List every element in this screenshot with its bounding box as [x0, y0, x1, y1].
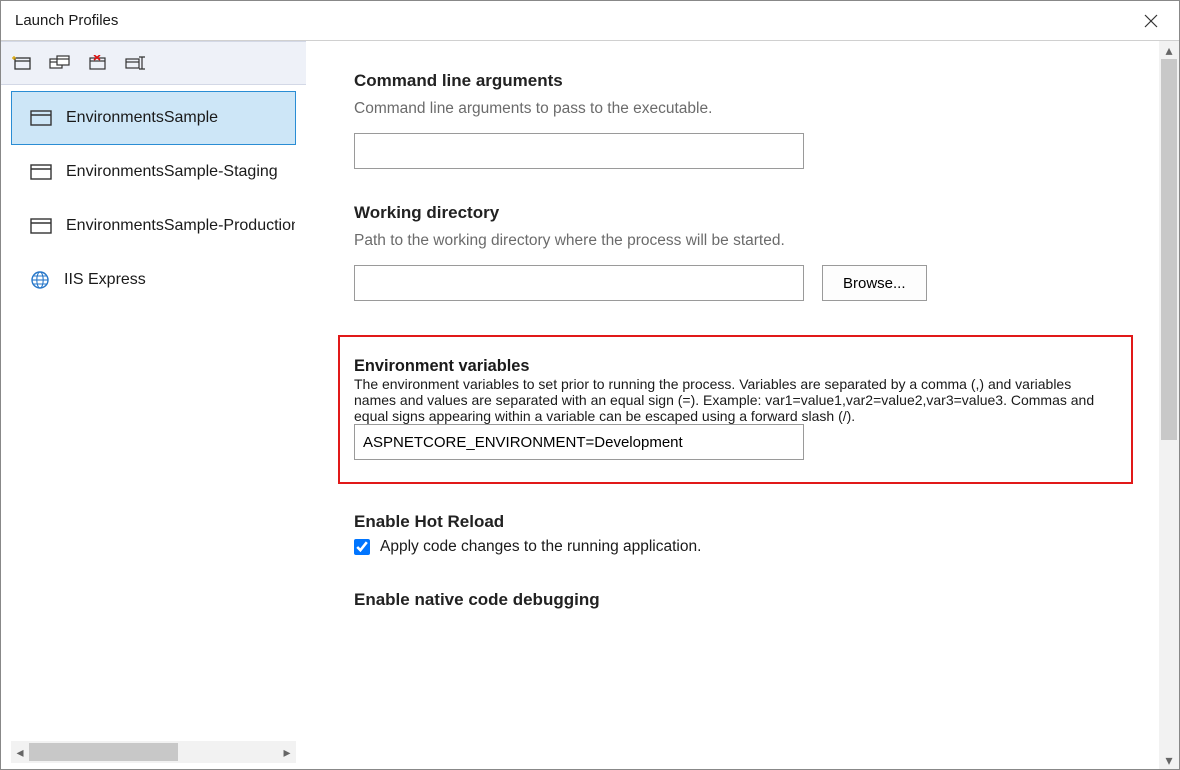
hot-reload-checkbox[interactable]	[354, 539, 370, 555]
main-content: Command line arguments Command line argu…	[306, 41, 1159, 769]
cli-args-input[interactable]	[354, 133, 804, 169]
scroll-track[interactable]	[29, 741, 278, 763]
section-hot-reload: Enable Hot Reload Apply code changes to …	[354, 512, 1119, 556]
scroll-left-icon[interactable]: ◂	[11, 741, 29, 763]
rename-profile-button[interactable]	[121, 48, 151, 78]
hot-reload-label: Apply code changes to the running applic…	[380, 538, 701, 556]
sidebar-toolbar	[1, 41, 306, 85]
close-icon	[1144, 14, 1158, 28]
duplicate-profile-icon	[49, 55, 71, 71]
environment-variables-input[interactable]	[354, 424, 804, 460]
section-title: Enable native code debugging	[354, 590, 1119, 610]
profile-item-iisexpress[interactable]: IIS Express	[11, 253, 296, 307]
section-description: Command line arguments to pass to the ex…	[354, 97, 1119, 121]
globe-icon	[30, 270, 50, 290]
section-title: Working directory	[354, 203, 1119, 223]
section-title: Enable Hot Reload	[354, 512, 1119, 532]
section-description: The environment variables to set prior t…	[354, 376, 1117, 424]
browse-button[interactable]: Browse...	[822, 265, 927, 301]
profile-label: IIS Express	[64, 271, 146, 289]
profile-item-production[interactable]: EnvironmentsSample-Production	[11, 199, 296, 253]
rename-profile-icon	[125, 55, 147, 71]
window-title: Launch Profiles	[15, 12, 118, 29]
profile-label: EnvironmentsSample-Production	[66, 217, 296, 235]
window-icon	[30, 164, 52, 180]
delete-profile-button[interactable]	[83, 48, 113, 78]
delete-profile-icon	[88, 55, 108, 71]
main-vertical-scrollbar[interactable]: ▴ ▾	[1159, 41, 1179, 769]
content: EnvironmentsSample EnvironmentsSample-St…	[1, 41, 1179, 769]
duplicate-profile-button[interactable]	[45, 48, 75, 78]
section-native-debugging: Enable native code debugging	[354, 590, 1119, 610]
scroll-right-icon[interactable]: ▸	[278, 741, 296, 763]
scroll-up-icon[interactable]: ▴	[1159, 41, 1179, 59]
new-profile-icon	[12, 55, 32, 71]
scroll-thumb[interactable]	[1161, 59, 1177, 440]
profile-item-staging[interactable]: EnvironmentsSample-Staging	[11, 145, 296, 199]
section-command-line-arguments: Command line arguments Command line argu…	[354, 71, 1119, 169]
section-environment-variables: Environment variables The environment va…	[338, 335, 1133, 484]
close-button[interactable]	[1131, 1, 1171, 41]
section-working-directory: Working directory Path to the working di…	[354, 203, 1119, 301]
scroll-down-icon[interactable]: ▾	[1159, 751, 1179, 769]
section-title: Command line arguments	[354, 71, 1119, 91]
new-profile-button[interactable]	[7, 48, 37, 78]
profile-list: EnvironmentsSample EnvironmentsSample-St…	[1, 85, 306, 741]
window-icon	[30, 110, 52, 126]
sidebar: EnvironmentsSample EnvironmentsSample-St…	[1, 41, 306, 769]
window-icon	[30, 218, 52, 234]
section-title: Environment variables	[354, 357, 1117, 376]
titlebar: Launch Profiles	[1, 1, 1179, 41]
profile-label: EnvironmentsSample	[66, 109, 218, 127]
hot-reload-checkbox-row[interactable]: Apply code changes to the running applic…	[354, 538, 1119, 556]
working-directory-input[interactable]	[354, 265, 804, 301]
main-panel: Command line arguments Command line argu…	[306, 41, 1179, 769]
scroll-track[interactable]	[1159, 59, 1179, 751]
section-description: Path to the working directory where the …	[354, 229, 1119, 253]
profile-item-environmentssample[interactable]: EnvironmentsSample	[11, 91, 296, 145]
scroll-thumb[interactable]	[29, 743, 178, 761]
sidebar-horizontal-scrollbar[interactable]: ◂ ▸	[11, 741, 296, 763]
profile-label: EnvironmentsSample-Staging	[66, 163, 278, 181]
